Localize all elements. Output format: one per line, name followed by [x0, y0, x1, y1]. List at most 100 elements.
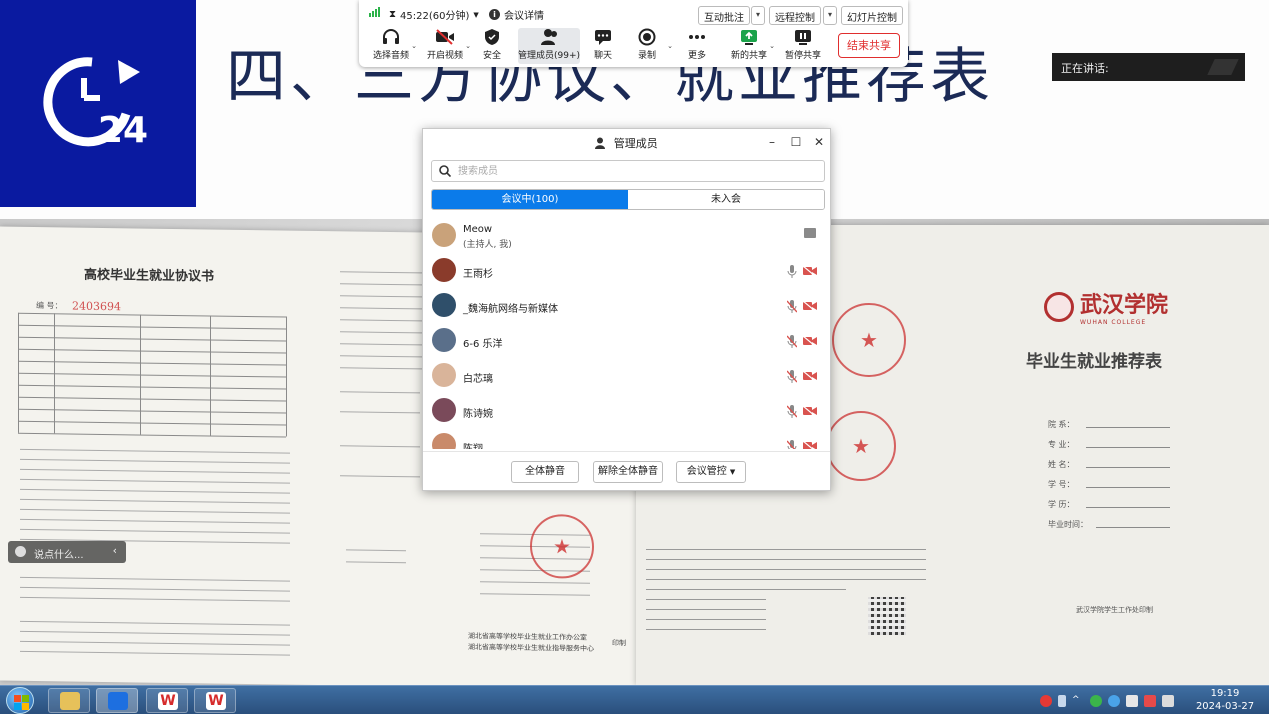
tool-video[interactable]: 开启视频 ⌄	[419, 28, 471, 64]
notification-icon[interactable]	[1162, 695, 1174, 707]
member-row[interactable]: 白芯璃	[423, 359, 830, 394]
tab-not-joined[interactable]: 未入会	[628, 190, 824, 209]
member-row[interactable]: 陈翔	[423, 429, 830, 449]
avatar	[432, 293, 456, 317]
annotate-button[interactable]: 互动批注	[698, 6, 750, 25]
taskbar-wps-doc[interactable]: W	[194, 688, 236, 713]
chevron-down-icon: ⌄	[411, 42, 417, 50]
meeting-control-button[interactable]: 会议管控 ▼	[676, 461, 746, 483]
wechat-icon[interactable]	[1090, 695, 1102, 707]
recommendation-fields: 院 系： 专 业： 姓 名： 学 号： 学 历： 毕业时间：	[1048, 415, 1088, 535]
member-row-meow[interactable]: Meow (主持人, 我)	[423, 219, 830, 254]
members-icon	[541, 29, 557, 45]
slide-control-button[interactable]: 幻灯片控制	[841, 6, 903, 25]
start-button[interactable]	[6, 687, 34, 714]
chevron-down-icon: ▼	[473, 10, 479, 19]
close-icon[interactable]: ✕	[812, 135, 826, 149]
new-share-icon	[741, 30, 757, 45]
video-muted-icon[interactable]	[803, 441, 817, 449]
unmute-all-button[interactable]: 解除全体静音	[593, 461, 663, 483]
sogou-icon[interactable]	[1040, 695, 1052, 707]
maximize-icon[interactable]: ☐	[789, 135, 803, 149]
field-department: 院 系：	[1048, 420, 1075, 429]
chevron-up-icon[interactable]: ^	[1072, 695, 1084, 707]
dialog-footer: 全体静音 解除全体静音 会议管控 ▼	[423, 451, 830, 491]
taskbar-explorer[interactable]	[48, 688, 90, 713]
remote-control-dropdown[interactable]: ▾	[823, 6, 837, 25]
microphone-muted-icon[interactable]	[787, 405, 797, 418]
tool-more[interactable]: 更多	[671, 28, 723, 64]
tool-security[interactable]: 安全	[467, 28, 517, 64]
member-name: 王雨杉	[463, 269, 493, 280]
chat-quick-input[interactable]: 说点什么... ‹	[8, 541, 126, 563]
shield-icon	[485, 29, 499, 45]
tool-members[interactable]: 管理成员(99+)	[518, 28, 580, 64]
member-tabs: 会议中(100) 未入会	[431, 189, 825, 210]
member-row[interactable]: _魏海航网络与新媒体	[423, 289, 830, 324]
taskbar-wps[interactable]: W	[146, 688, 188, 713]
video-muted-icon[interactable]	[803, 266, 817, 276]
member-row[interactable]: 王雨杉	[423, 254, 830, 289]
tool-audio[interactable]: 选择音频 ⌄	[365, 28, 417, 64]
tool-security-label: 安全	[482, 51, 501, 61]
meeting-control-label: 会议管控	[686, 466, 727, 477]
college-logo: 武汉学院 WUHAN COLLEGE	[1044, 287, 1168, 326]
dialog-title-text: 管理成员	[613, 137, 658, 150]
tool-record[interactable]: 录制 ⌄	[621, 28, 673, 64]
meeting-timer[interactable]: ⧗ 45:22(60分钟) ▼	[389, 7, 479, 22]
field-degree: 学 历：	[1048, 500, 1075, 509]
agreement-number: 2403694	[72, 299, 121, 314]
microphone-icon[interactable]	[787, 265, 797, 278]
member-search[interactable]	[431, 160, 825, 182]
member-row[interactable]: 6-6 乐洋	[423, 324, 830, 359]
tool-members-label: 管理成员(99+)	[518, 51, 581, 61]
member-name: 6-6 乐洋	[463, 339, 503, 350]
remote-control-button[interactable]: 远程控制	[769, 6, 821, 25]
avatar	[432, 433, 456, 449]
college-name: 武汉学院	[1080, 292, 1169, 318]
member-name: Meow	[463, 224, 493, 235]
microphone-muted-icon[interactable]	[787, 300, 797, 313]
video-muted-icon[interactable]	[803, 301, 817, 311]
avatar	[432, 398, 456, 422]
video-muted-icon[interactable]	[803, 406, 817, 416]
college-name-en: WUHAN COLLEGE	[1080, 319, 1147, 326]
input-method-icon[interactable]	[1058, 695, 1066, 707]
clock-time: 19:19	[1210, 688, 1240, 699]
recommendation-heading: 毕业生就业推荐表	[1026, 352, 1162, 372]
search-input[interactable]	[458, 163, 818, 179]
microphone-muted-icon[interactable]	[787, 440, 797, 449]
avatar	[432, 328, 456, 352]
video-muted-icon[interactable]	[803, 371, 817, 381]
microphone-muted-icon[interactable]	[787, 335, 797, 348]
tool-pause-share[interactable]: 暂停共享	[777, 28, 829, 64]
timer-text: 45:22(60分钟)	[400, 11, 470, 22]
collapse-icon[interactable]: ‹	[113, 544, 117, 557]
system-tray: ^	[1040, 690, 1174, 712]
avatar	[432, 223, 456, 247]
end-share-button[interactable]: 结束共享	[838, 33, 900, 58]
member-list: Meow (主持人, 我) 王雨杉 _魏海航网络与新媒体 6-6 乐洋 白芯璃	[423, 219, 830, 449]
volume-muted-icon[interactable]	[1144, 695, 1156, 707]
network-icon[interactable]	[1126, 695, 1138, 707]
tool-record-label: 录制	[637, 51, 656, 61]
mute-all-button[interactable]: 全体静音	[511, 461, 579, 483]
record-icon	[638, 28, 656, 46]
signal-icon	[369, 7, 380, 17]
svg-text:24: 24	[98, 110, 148, 151]
tool-new-share[interactable]: 新的共享 ⌄	[723, 28, 775, 64]
minimize-icon[interactable]: –	[765, 135, 779, 149]
app-tray-icon[interactable]	[1108, 695, 1120, 707]
chat-icon	[595, 30, 611, 45]
video-muted-icon[interactable]	[803, 336, 817, 346]
meeting-info-button[interactable]: i 会议详情	[489, 7, 544, 22]
taskbar-meeting-app[interactable]	[96, 688, 138, 713]
more-icon	[689, 35, 705, 39]
member-row[interactable]: 陈诗婉	[423, 394, 830, 429]
microphone-muted-icon[interactable]	[787, 370, 797, 383]
tab-in-meeting[interactable]: 会议中(100)	[432, 190, 628, 209]
annotate-dropdown[interactable]: ▾	[751, 6, 765, 25]
chevron-down-icon: ▼	[729, 468, 736, 476]
member-name: 陈诗婉	[463, 409, 493, 420]
system-clock[interactable]: 19:19 2024-03-27	[1190, 687, 1260, 713]
